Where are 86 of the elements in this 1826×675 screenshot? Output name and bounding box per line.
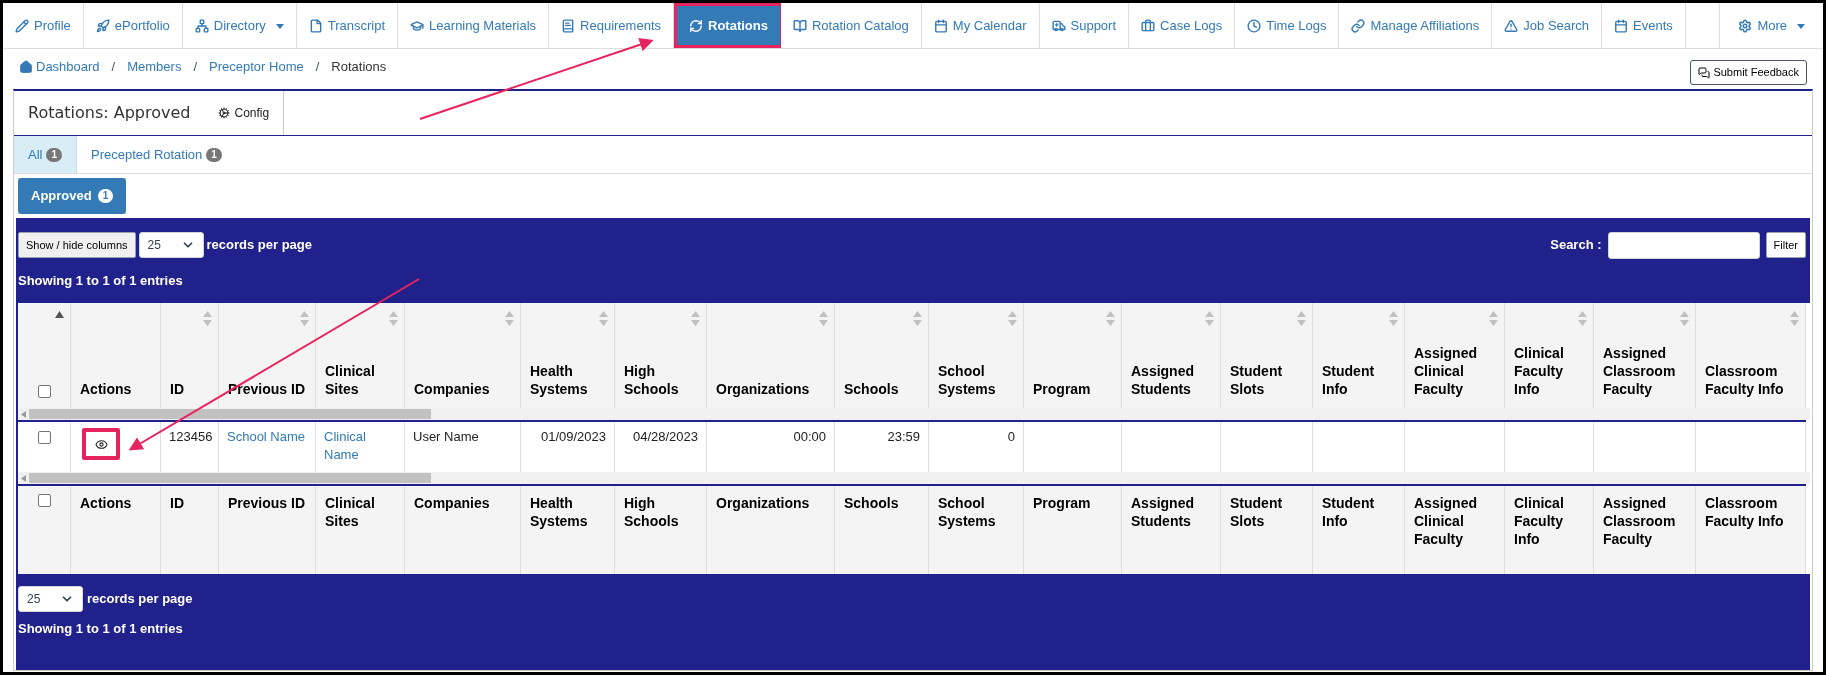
calendar-icon [1614, 18, 1629, 33]
count-badge: 1 [46, 147, 62, 162]
column-header[interactable]: School Systems [929, 486, 1024, 574]
nav-tab[interactable]: Support [1039, 3, 1130, 48]
scroll-left-icon[interactable] [21, 410, 26, 418]
column-header[interactable]: Classroom Faculty Info [1696, 486, 1806, 574]
breadcrumb-separator: / [111, 58, 116, 76]
search-field[interactable] [1607, 231, 1760, 259]
breadcrumb-current: Rotations [331, 58, 387, 76]
records-per-page-label: records per page [206, 236, 312, 255]
config-button[interactable]: Config [204, 91, 285, 135]
scroll-left-icon[interactable] [21, 474, 26, 482]
nav-tab[interactable]: Profile [3, 3, 84, 48]
checkbox[interactable] [37, 494, 51, 507]
nav-tab[interactable]: Case Logs [1129, 3, 1236, 48]
rocket-icon [95, 18, 110, 33]
nav-tab[interactable]: Events [1602, 3, 1686, 48]
calendar-icon [933, 18, 948, 33]
entries-info: Showing 1 to 1 of 1 entries [18, 620, 183, 639]
entries-info: Showing 1 to 1 of 1 entries [18, 272, 183, 291]
checkbox[interactable] [37, 385, 51, 398]
eye-icon [94, 437, 108, 451]
pencil-icon [15, 18, 29, 33]
refresh-icon [689, 18, 703, 33]
column-header[interactable]: Health Systems [521, 486, 615, 574]
home-icon [19, 59, 33, 74]
open-book-icon [792, 18, 807, 33]
horizontal-scrollbar[interactable] [18, 408, 1810, 420]
column-header[interactable]: Previous ID [219, 486, 316, 574]
nav-tab[interactable]: Learning Materials [398, 3, 550, 48]
warning-icon [1504, 18, 1519, 33]
column-header[interactable]: Organizations [707, 486, 835, 574]
page-size-select[interactable]: 25 [138, 232, 204, 258]
nav-tab[interactable]: ePortfolio [83, 3, 183, 48]
records-per-page-label: records per page [87, 590, 193, 609]
nav-tab[interactable]: Transcript [296, 3, 399, 48]
horizontal-scrollbar[interactable] [18, 472, 1810, 484]
nav-tab[interactable]: Time Logs [1235, 3, 1340, 48]
submit-feedback-button[interactable]: Submit Feedback [1690, 60, 1807, 85]
column-header[interactable]: Schools [835, 486, 929, 574]
column-header[interactable]: Clinical Sites [316, 486, 405, 574]
count-badge: 1 [97, 189, 114, 203]
column-header[interactable]: ID [161, 486, 219, 574]
count-badge: 1 [206, 147, 222, 162]
briefcase-icon [1141, 18, 1156, 33]
column-header[interactable]: Clinical Faculty Info [1505, 486, 1594, 574]
clock-icon [1247, 18, 1262, 33]
breadcrumb-separator: / [315, 58, 320, 76]
nav-tab[interactable]: Rotations [674, 3, 781, 48]
more-menu[interactable]: More [1720, 3, 1823, 48]
book-icon [561, 18, 576, 33]
search-label: Search : [1550, 236, 1602, 255]
link-icon [1351, 18, 1366, 33]
column-header[interactable]: Student Slots [1221, 486, 1313, 574]
view-button[interactable] [82, 428, 120, 460]
chat-icon [1698, 66, 1711, 79]
column-header[interactable]: Actions [71, 486, 161, 574]
nav-tab[interactable]: My Calendar [921, 3, 1040, 48]
panel-title: Rotations: Approved [27, 102, 192, 124]
nav-tab[interactable]: Directory [182, 3, 297, 48]
page-size-select[interactable]: 25 [18, 586, 83, 612]
breadcrumb-link[interactable]: Dashboard [36, 57, 100, 77]
column-header[interactable]: Student Info [1313, 486, 1405, 574]
tab[interactable]: All 1 [14, 136, 77, 173]
nav-tab[interactable]: Manage Affiliations [1339, 3, 1493, 48]
sitemap-icon [194, 18, 209, 33]
ambulance-icon [1051, 18, 1066, 33]
column-header[interactable]: Program [1024, 486, 1122, 574]
approved-button[interactable]: Approved 1 [18, 178, 127, 214]
show-hide-columns-button[interactable]: Show / hide columns [18, 232, 136, 258]
checkbox[interactable] [37, 431, 51, 444]
graduation-cap-icon [410, 18, 425, 33]
filter-button[interactable]: Filter [1765, 232, 1806, 258]
breadcrumb-separator: / [193, 58, 198, 76]
column-header[interactable]: Assigned Classroom Faculty [1594, 486, 1696, 574]
gears-icon [218, 107, 231, 119]
nav-tab[interactable]: Job Search [1492, 3, 1603, 48]
breadcrumb-link[interactable]: Preceptor Home [209, 57, 304, 77]
breadcrumb-link[interactable]: Members [127, 57, 182, 77]
file-icon [308, 18, 323, 33]
column-header[interactable]: Assigned Students [1122, 486, 1221, 574]
column-header[interactable]: High Schools [615, 486, 707, 574]
nav-tab[interactable]: Rotation Catalog [780, 3, 922, 48]
settings-icon [1738, 18, 1753, 33]
column-header[interactable]: Assigned Clinical Faculty [1405, 486, 1505, 574]
column-header[interactable]: Companies [405, 486, 521, 574]
